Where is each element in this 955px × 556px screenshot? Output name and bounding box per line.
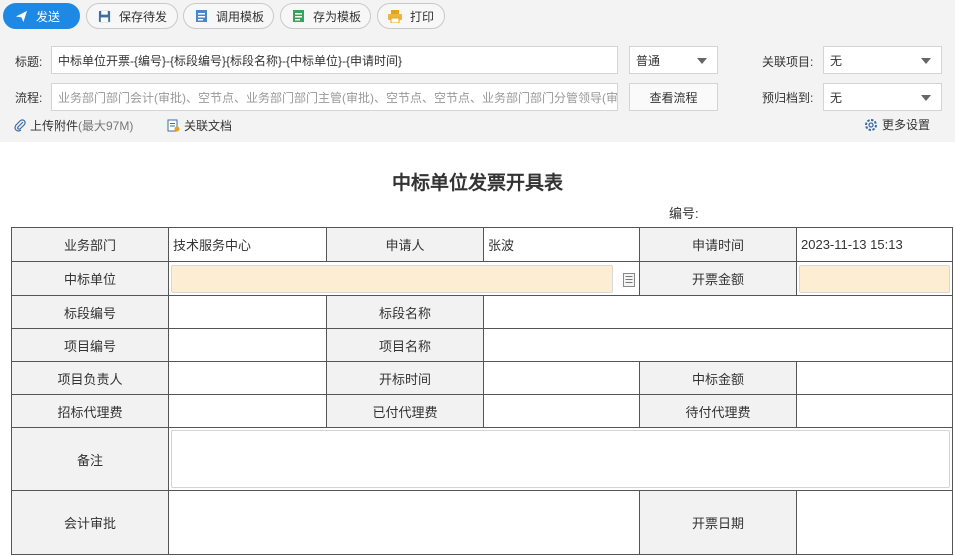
serial-number-label: 编号: bbox=[669, 206, 699, 221]
section-no-value[interactable] bbox=[168, 295, 327, 329]
print-button[interactable]: 打印 bbox=[377, 3, 445, 29]
title-input[interactable]: 中标单位开票-{编号}-{标段编号}{标段名称}-{中标单位}-{申请时间} bbox=[51, 46, 618, 74]
select-list-icon[interactable] bbox=[623, 272, 635, 290]
related-doc-link[interactable]: 关联文档 bbox=[167, 117, 232, 134]
send-button[interactable]: 发送 bbox=[3, 3, 80, 29]
agency-fee-value[interactable] bbox=[168, 394, 327, 428]
apply-time-value: 2023-11-13 15:13 bbox=[796, 227, 953, 262]
chevron-down-icon bbox=[921, 58, 931, 64]
save-template-icon bbox=[291, 9, 305, 23]
section-name-label: 标段名称 bbox=[326, 295, 484, 329]
archive-value: 无 bbox=[830, 90, 843, 105]
toolbar: 发送 保存待发 调用模板 存为模板 打印 bbox=[0, 3, 955, 29]
winner-cell bbox=[168, 261, 640, 296]
document-link-icon bbox=[167, 119, 180, 132]
flow-value: 业务部门部门会计(审批)、空节点、业务部门部门主管(审批)、空节点、空节点、业务… bbox=[58, 90, 618, 105]
invoice-date-label: 开票日期 bbox=[639, 490, 797, 555]
related-project-label: 关联项目: bbox=[762, 55, 814, 69]
project-no-label: 项目编号 bbox=[11, 328, 169, 362]
more-settings-label: 更多设置 bbox=[882, 118, 931, 132]
project-lead-value[interactable] bbox=[168, 361, 327, 395]
invoice-amount-input[interactable] bbox=[799, 264, 950, 293]
related-doc-label: 关联文档 bbox=[184, 119, 233, 133]
winner-label: 中标单位 bbox=[11, 261, 169, 296]
remarks-textarea[interactable] bbox=[171, 430, 950, 488]
invoice-date-value[interactable] bbox=[796, 490, 953, 555]
use-template-label: 调用模板 bbox=[216, 9, 265, 24]
printer-icon bbox=[388, 9, 402, 23]
chevron-down-icon bbox=[697, 58, 707, 64]
save-template-label: 存为模板 bbox=[313, 9, 362, 24]
pending-fee-value[interactable] bbox=[796, 394, 953, 428]
form-title: 中标单位发票开具表 bbox=[391, 173, 563, 194]
bid-amount-label: 中标金额 bbox=[639, 361, 797, 395]
send-icon bbox=[14, 9, 28, 23]
apply-time-label: 申请时间 bbox=[639, 227, 797, 262]
applicant-label: 申请人 bbox=[326, 227, 484, 262]
accounting-value[interactable] bbox=[168, 490, 640, 555]
bid-open-time-label: 开标时间 bbox=[326, 361, 484, 395]
bid-open-time-value[interactable] bbox=[483, 361, 640, 395]
paid-fee-label: 已付代理费 bbox=[326, 394, 484, 428]
pending-fee-label: 待付代理费 bbox=[639, 394, 797, 428]
view-flow-button[interactable]: 查看流程 bbox=[629, 83, 718, 111]
send-label: 发送 bbox=[36, 9, 61, 24]
flow-input[interactable]: 业务部门部门会计(审批)、空节点、业务部门部门主管(审批)、空节点、空节点、业务… bbox=[51, 83, 618, 111]
agency-fee-label: 招标代理费 bbox=[11, 394, 169, 428]
invoice-amount-label: 开票金额 bbox=[639, 261, 797, 296]
title-label: 标题: bbox=[15, 55, 43, 69]
compose-header: 发送 保存待发 调用模板 存为模板 打印 标题: 中标单位开票-{编号}-{标段… bbox=[0, 0, 955, 142]
archive-label: 预归档到: bbox=[762, 91, 814, 105]
section-no-label: 标段编号 bbox=[11, 295, 169, 329]
winner-input[interactable] bbox=[171, 264, 613, 293]
more-settings-link[interactable]: 更多设置 bbox=[864, 116, 930, 133]
upload-label: 上传附件 bbox=[30, 119, 79, 133]
related-project-value: 无 bbox=[830, 53, 843, 68]
title-value: 中标单位开票-{编号}-{标段编号}{标段名称}-{中标单位}-{申请时间} bbox=[58, 53, 403, 68]
section-name-value[interactable] bbox=[483, 295, 953, 329]
paperclip-icon bbox=[14, 119, 26, 132]
department-value: 技术服务中心 bbox=[168, 227, 327, 262]
priority-select[interactable]: 普通 bbox=[629, 46, 718, 74]
department-label: 业务部门 bbox=[11, 227, 169, 262]
archive-select[interactable]: 无 bbox=[823, 83, 942, 111]
print-label: 打印 bbox=[410, 9, 435, 24]
view-flow-label: 查看流程 bbox=[649, 90, 698, 105]
upload-attachment-link[interactable]: 上传附件 (最大97M) bbox=[14, 117, 133, 134]
invoice-amount-cell bbox=[796, 261, 953, 296]
project-no-value[interactable] bbox=[168, 328, 327, 362]
gear-icon bbox=[864, 118, 878, 132]
related-project-select[interactable]: 无 bbox=[823, 46, 942, 74]
save-draft-label: 保存待发 bbox=[119, 9, 168, 24]
save-icon bbox=[97, 9, 111, 23]
remarks-cell bbox=[168, 427, 953, 491]
project-name-value[interactable] bbox=[483, 328, 953, 362]
priority-value: 普通 bbox=[636, 53, 661, 68]
applicant-value: 张波 bbox=[483, 227, 640, 262]
paid-fee-value[interactable] bbox=[483, 394, 640, 428]
save-draft-button[interactable]: 保存待发 bbox=[86, 3, 178, 29]
remarks-label: 备注 bbox=[11, 427, 169, 491]
chevron-down-icon bbox=[921, 95, 931, 101]
project-lead-label: 项目负责人 bbox=[11, 361, 169, 395]
invoice-form-table: 业务部门 技术服务中心 申请人 张波 申请时间 2023-11-13 15:13… bbox=[11, 227, 953, 555]
template-icon bbox=[194, 9, 208, 23]
upload-hint: (最大97M) bbox=[78, 119, 134, 133]
use-template-button[interactable]: 调用模板 bbox=[183, 3, 274, 29]
save-template-button[interactable]: 存为模板 bbox=[280, 3, 371, 29]
bid-amount-value[interactable] bbox=[796, 361, 953, 395]
project-name-label: 项目名称 bbox=[326, 328, 484, 362]
flow-label: 流程: bbox=[15, 91, 43, 105]
accounting-label: 会计审批 bbox=[11, 490, 169, 555]
